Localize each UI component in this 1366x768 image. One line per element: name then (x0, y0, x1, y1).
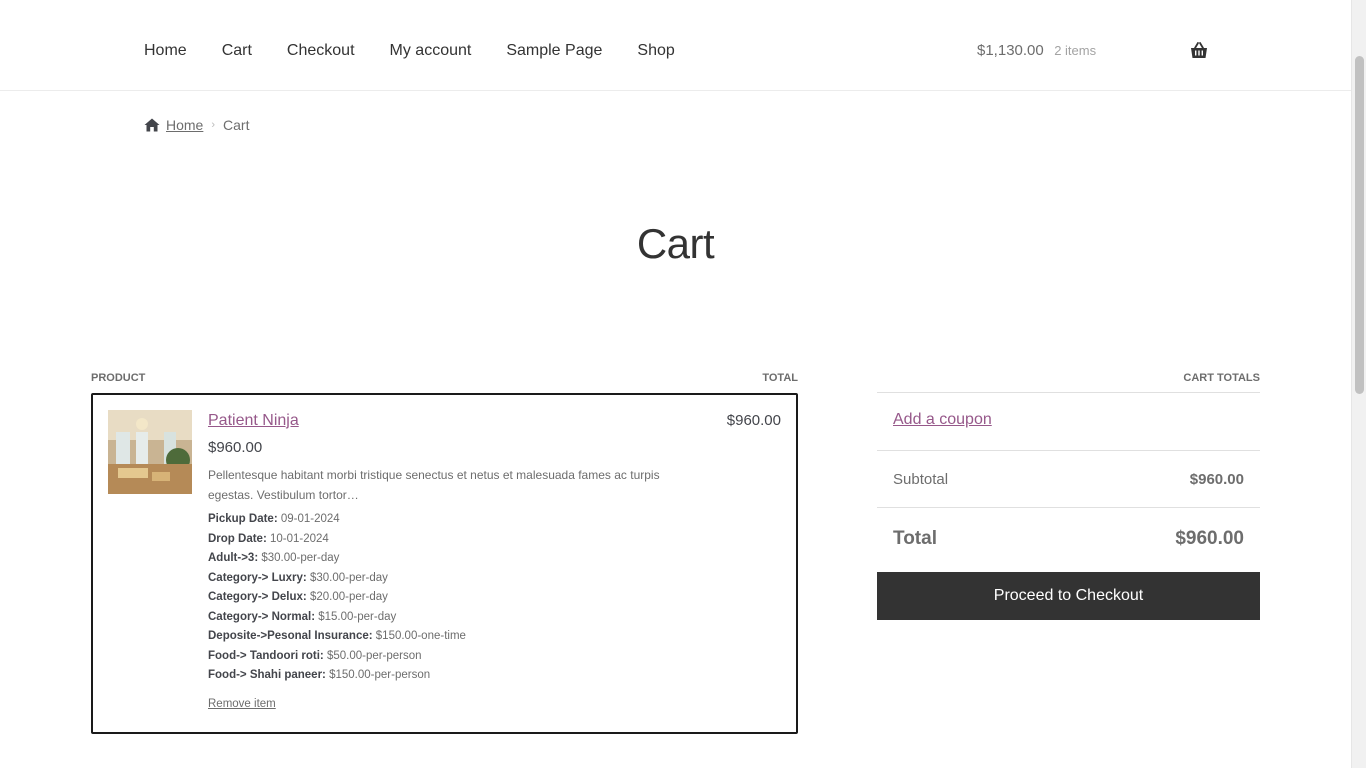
page-title: Cart (636, 220, 715, 267)
column-header-product: PRODUCT (91, 372, 146, 384)
meta-value: 10-01-2024 (269, 532, 329, 545)
product-title-link[interactable]: Patient Ninja (208, 412, 299, 430)
nav-home[interactable]: Home (144, 40, 187, 62)
cart-totals: CART TOTALS Add a coupon Subtotal $960.0… (877, 372, 1260, 620)
meta-row-category-delux: Category-> Delux: $20.00-per-day (208, 588, 768, 608)
home-icon (144, 117, 160, 133)
meta-label: Category-> Normal: (208, 610, 316, 623)
subtotal-row: Subtotal $960.00 (877, 451, 1260, 508)
meta-label: Pickup Date: (208, 513, 278, 525)
header-cart[interactable]: $1,130.00 2 items (977, 40, 1209, 64)
scrollbar-thumb[interactable] (1355, 56, 1364, 394)
meta-row-food-tandoori: Food-> Tandoori roti: $50.00-per-person (208, 647, 768, 667)
meta-row-drop-date: Drop Date: 10-01-2024 (208, 530, 768, 550)
meta-value: $30.00-per-day (261, 552, 340, 564)
product-price: $960.00 (208, 439, 263, 456)
header-cart-amount: $1,130.00 (977, 42, 1044, 59)
cart-totals-heading: CART TOTALS (877, 372, 1260, 393)
meta-row-food-paneer: Food-> Shahi paneer: $150.00-per-person (208, 666, 768, 686)
chevron-right-icon: › (211, 119, 216, 131)
total-label: Total (893, 528, 937, 549)
breadcrumb-home-link[interactable]: Home (166, 115, 203, 135)
nav-my-account[interactable]: My account (390, 40, 472, 62)
nav-cart[interactable]: Cart (222, 40, 252, 62)
page-scrollbar[interactable] (1351, 0, 1366, 768)
breadcrumb: Home › Cart (144, 115, 249, 135)
meta-row-adult: Adult->3: $30.00-per-day (208, 549, 768, 569)
meta-value: $15.00-per-day (318, 610, 397, 623)
meta-value: $150.00-per-person (329, 669, 431, 681)
meta-value: $50.00-per-person (326, 649, 422, 662)
meta-value: $20.00-per-day (309, 591, 388, 603)
subtotal-value: $960.00 (1189, 471, 1244, 488)
product-meta-list: Pickup Date: 09-01-2024 Drop Date: 10-01… (208, 510, 768, 686)
product-line-total: $960.00 (726, 412, 781, 429)
meta-row-category-luxry: Category-> Luxry: $30.00-per-day (208, 569, 768, 589)
primary-nav: Home Cart Checkout My account Sample Pag… (144, 40, 710, 62)
coupon-row: Add a coupon (877, 393, 1260, 451)
meta-value: $150.00-one-time (375, 630, 466, 642)
product-thumbnail[interactable] (108, 410, 192, 494)
meta-label: Deposite->Pesonal Insurance: (208, 630, 373, 642)
add-coupon-link[interactable]: Add a coupon (893, 411, 992, 428)
total-value: $960.00 (1175, 528, 1244, 549)
meta-value: $30.00-per-day (309, 571, 388, 584)
meta-label: Adult->3: (208, 552, 259, 564)
nav-sample-page[interactable]: Sample Page (506, 40, 602, 62)
subtotal-label: Subtotal (893, 471, 949, 488)
meta-row-deposit: Deposite->Pesonal Insurance: $150.00-one… (208, 627, 768, 647)
cart-item: Patient Ninja $960.00 $960.00 Pellentesq… (91, 393, 798, 734)
remove-item-link[interactable]: Remove item (208, 698, 276, 710)
proceed-to-checkout-button[interactable]: Proceed to Checkout (877, 572, 1260, 620)
column-header-total: TOTAL (762, 372, 798, 384)
meta-label: Food-> Tandoori roti: (208, 649, 324, 662)
site-header: Home Cart Checkout My account Sample Pag… (0, 0, 1351, 91)
meta-row-pickup-date: Pickup Date: 09-01-2024 (208, 510, 768, 530)
meta-label: Category-> Luxry: (208, 571, 307, 584)
product-description: Pellentesque habitant morbi tristique se… (208, 468, 660, 502)
basket-icon[interactable] (1189, 41, 1209, 61)
meta-row-category-normal: Category-> Normal: $15.00-per-day (208, 608, 768, 628)
header-cart-count: 2 items (1054, 43, 1097, 58)
total-row: Total $960.00 (877, 508, 1260, 572)
cart-table-header: PRODUCT TOTAL (91, 372, 798, 388)
meta-label: Drop Date: (208, 532, 267, 545)
meta-label: Food-> Shahi paneer: (208, 669, 326, 681)
nav-checkout[interactable]: Checkout (287, 40, 355, 62)
meta-value: 09-01-2024 (280, 513, 340, 525)
nav-shop[interactable]: Shop (637, 40, 674, 62)
breadcrumb-current: Cart (223, 117, 250, 133)
meta-label: Category-> Delux: (208, 591, 307, 603)
